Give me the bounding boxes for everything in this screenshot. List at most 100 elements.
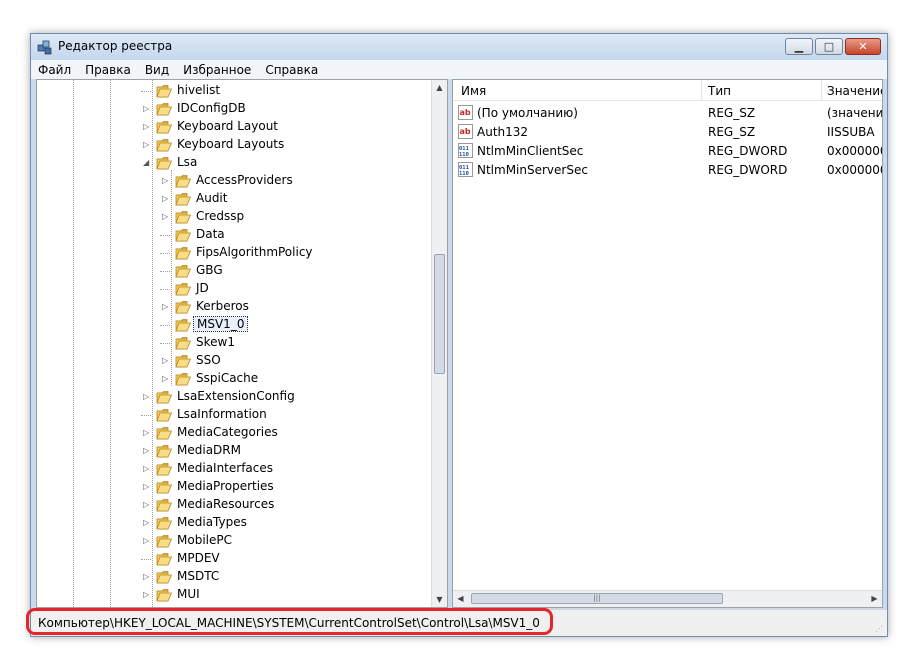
tree-node[interactable]: ▷ MSDTC — [37, 568, 434, 586]
column-separator[interactable] — [821, 80, 822, 100]
registry-editor-window: Редактор реестра ▁ □ ✕ Файл Правка Вид И… — [30, 33, 888, 637]
expand-arrow-icon[interactable]: ▷ — [143, 501, 151, 509]
expand-arrow-icon[interactable]: ▷ — [143, 519, 151, 527]
tree-node-label: AccessProviders — [196, 173, 293, 187]
tree-node[interactable]: GBG — [37, 262, 434, 280]
menu-edit[interactable]: Правка — [78, 63, 138, 77]
expand-arrow-icon[interactable]: ▷ — [162, 357, 170, 365]
tree-node[interactable]: ▷ MediaProperties — [37, 478, 434, 496]
tree-node[interactable]: ▷ MobilePC — [37, 532, 434, 550]
tree-node[interactable]: ▷ AccessProviders — [37, 172, 434, 190]
tree-node[interactable]: ▷ Kerberos — [37, 298, 434, 316]
minimize-button[interactable]: ▁ — [785, 38, 813, 55]
tree-node-label: Keyboard Layout — [177, 119, 279, 133]
title-bar[interactable]: Редактор реестра ▁ □ ✕ — [31, 34, 887, 60]
expand-arrow-icon[interactable]: ▷ — [143, 537, 151, 545]
expand-arrow-icon[interactable]: ▷ — [143, 141, 151, 149]
scroll-up-icon[interactable]: ▲ — [432, 80, 447, 95]
tree-node[interactable]: ▷ Keyboard Layout — [37, 118, 434, 136]
tree-node-label: MediaCategories — [177, 425, 278, 439]
list-item[interactable]: ab (По умолчанию) REG_SZ (значение — [453, 104, 882, 123]
expand-arrow-icon[interactable]: ▷ — [143, 105, 151, 113]
expand-arrow-icon[interactable]: ▷ — [162, 195, 170, 203]
tree-node-label: IDConfigDB — [177, 101, 246, 115]
tree-node[interactable]: ▷ Keyboard Layouts — [37, 136, 434, 154]
value-type: REG_SZ — [708, 125, 756, 139]
folder-icon — [156, 157, 173, 170]
expand-arrow-icon[interactable]: ▷ — [143, 573, 151, 581]
tree-node[interactable]: ▷ MediaInterfaces — [37, 460, 434, 478]
tree-node[interactable]: ▷ SSO — [37, 352, 434, 370]
list-header: Имя Тип Значение — [453, 80, 882, 101]
tree-node-label: MSDTC — [177, 569, 220, 583]
tree-node[interactable]: LsaInformation — [37, 406, 434, 424]
tree-node[interactable]: ▷ MUI — [37, 586, 434, 604]
list-scroll-thumb[interactable]: ||| — [471, 593, 723, 604]
tree-node[interactable]: Data — [37, 226, 434, 244]
tree-node[interactable]: ▷ Audit — [37, 190, 434, 208]
expand-arrow-icon[interactable]: ▷ — [143, 447, 151, 455]
menu-favorites[interactable]: Избранное — [176, 63, 258, 77]
tree-node[interactable]: ▷ SspiCache — [37, 370, 434, 388]
value-data: 0x0000000 — [827, 163, 882, 177]
expand-arrow-icon[interactable]: ▷ — [143, 393, 151, 401]
scroll-left-icon[interactable]: ◀ — [453, 591, 468, 607]
maximize-button[interactable]: □ — [815, 38, 843, 55]
expand-arrow-icon[interactable]: ▷ — [162, 303, 170, 311]
tree-node[interactable]: MPDEV — [37, 550, 434, 568]
value-data: 0x0000000 — [827, 144, 882, 158]
tree-scroll-thumb[interactable] — [434, 254, 445, 374]
values-list-pane[interactable]: Имя Тип Значение ab (По умолчанию) REG_S… — [452, 79, 883, 608]
column-separator[interactable] — [701, 80, 702, 100]
tree-vertical-scrollbar[interactable]: ▲ ▼ — [431, 80, 447, 607]
folder-icon — [156, 571, 173, 584]
folder-icon — [175, 247, 192, 260]
menu-file[interactable]: Файл — [31, 63, 78, 77]
column-type[interactable]: Тип — [708, 84, 731, 98]
resize-grip-icon[interactable]: ⋰ — [875, 624, 885, 634]
menu-bar: Файл Правка Вид Избранное Справка — [31, 60, 887, 79]
folder-icon — [175, 337, 192, 350]
registry-tree-pane[interactable]: hivelist ▷ IDConfigDB ▷ Keyboard Layout ▷ Keyb… — [36, 79, 448, 608]
tree-node[interactable]: ▷ Credssp — [37, 208, 434, 226]
expand-arrow-icon[interactable]: ▷ — [143, 591, 151, 599]
expand-arrow-icon[interactable]: ▷ — [143, 429, 151, 437]
tree-node[interactable]: hivelist — [37, 82, 434, 100]
tree-node-label: MSV1_0 — [193, 316, 249, 332]
expand-arrow-icon[interactable]: ▷ — [162, 213, 170, 221]
expand-arrow-icon[interactable]: ▷ — [143, 483, 151, 491]
list-item[interactable]: 011 110 NtlmMinClientSec REG_DWORD 0x000… — [453, 142, 882, 161]
column-name[interactable]: Имя — [461, 84, 486, 98]
close-button[interactable]: ✕ — [845, 38, 881, 55]
expand-arrow-icon[interactable]: ▷ — [162, 375, 170, 383]
column-value[interactable]: Значение — [827, 84, 882, 98]
expand-arrow-icon[interactable]: ▷ — [162, 177, 170, 185]
list-item[interactable]: ab Auth132 REG_SZ IISSUBA — [453, 123, 882, 142]
tree-node[interactable]: ▷ MediaDRM — [37, 442, 434, 460]
tree-node[interactable]: ▷ MediaResources — [37, 496, 434, 514]
menu-help[interactable]: Справка — [258, 63, 325, 77]
tree-node[interactable]: JD — [37, 280, 434, 298]
tree-node[interactable]: ◢ Lsa — [37, 154, 434, 172]
tree-node[interactable]: ▷ IDConfigDB — [37, 100, 434, 118]
tree-node[interactable]: FipsAlgorithmPolicy — [37, 244, 434, 262]
collapse-arrow-icon[interactable]: ◢ — [143, 159, 151, 167]
scroll-down-icon[interactable]: ▼ — [432, 592, 447, 607]
scroll-right-icon[interactable]: ▶ — [867, 591, 882, 607]
tree-node[interactable]: ▷ LsaExtensionConfig — [37, 388, 434, 406]
list-horizontal-scrollbar[interactable]: ◀ ||| ▶ — [453, 590, 882, 607]
tree-connector-line — [160, 235, 170, 236]
registry-path: Компьютер\HKEY_LOCAL_MACHINE\SYSTEM\Curr… — [38, 616, 540, 630]
list-item[interactable]: 011 110 NtlmMinServerSec REG_DWORD 0x000… — [453, 161, 882, 180]
folder-icon — [175, 175, 192, 188]
expand-arrow-icon[interactable]: ▷ — [143, 465, 151, 473]
expand-arrow-icon[interactable]: ▷ — [143, 123, 151, 131]
tree-node[interactable]: ▷ MediaTypes — [37, 514, 434, 532]
tree-node[interactable]: MSV1_0 — [37, 316, 434, 334]
tree-node[interactable]: ▷ MediaCategories — [37, 424, 434, 442]
folder-icon — [175, 301, 192, 314]
folder-icon — [175, 211, 192, 224]
tree-node[interactable]: Skew1 — [37, 334, 434, 352]
menu-view[interactable]: Вид — [138, 63, 176, 77]
dword-value-icon: 011 110 — [458, 143, 473, 158]
